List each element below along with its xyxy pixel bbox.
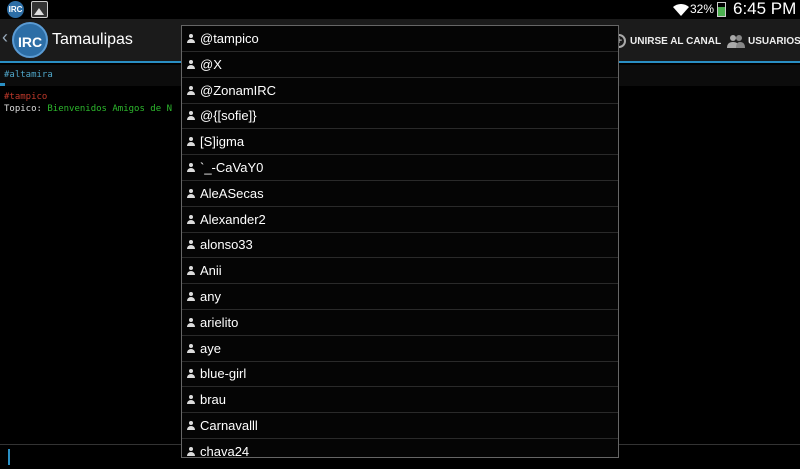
- image-icon: [31, 1, 48, 18]
- user-list-item[interactable]: Alexander2: [182, 207, 618, 233]
- user-icon: [187, 240, 195, 250]
- user-list-item[interactable]: @ZonamIRC: [182, 78, 618, 104]
- user-nickname: [S]igma: [200, 134, 245, 150]
- user-icon: [187, 163, 195, 172]
- user-list-item[interactable]: AleASecas: [182, 181, 618, 207]
- user-nickname: @tampico: [200, 31, 259, 46]
- clock: 6:45 PM: [733, 0, 797, 18]
- user-icon: [187, 188, 195, 198]
- user-icon: [187, 85, 195, 95]
- user-nickname: brau: [200, 392, 227, 408]
- user-list-item[interactable]: Carnavalll: [182, 413, 618, 439]
- user-icon: [187, 343, 195, 353]
- topic-text: Bienvenidos Amigos de N: [47, 104, 172, 114]
- back-chevron-icon[interactable]: ‹: [2, 27, 8, 48]
- topic-label: Topico:: [4, 104, 42, 114]
- user-icon: [187, 266, 195, 276]
- user-nickname: @{[sofie]}: [200, 108, 257, 124]
- users-label: USUARIOS: [748, 35, 800, 47]
- user-icon: [187, 34, 195, 43]
- user-icon: [187, 59, 195, 69]
- user-icon: [187, 111, 195, 121]
- user-icon: [187, 446, 195, 456]
- user-nickname: blue-girl: [200, 366, 247, 382]
- user-icon: [187, 317, 195, 327]
- battery-icon: [717, 2, 726, 17]
- wifi-icon: [673, 3, 689, 17]
- user-icon: [187, 369, 195, 379]
- join-channel-button[interactable]: + UNIRSE AL CANAL: [612, 31, 721, 51]
- user-icon: [187, 395, 195, 405]
- app-logo-icon[interactable]: IRC: [12, 22, 48, 58]
- user-nickname: chava24: [200, 443, 250, 458]
- users-button[interactable]: USUARIOS: [727, 31, 800, 51]
- user-list-item[interactable]: @X: [182, 52, 618, 78]
- user-list-item[interactable]: chava24: [182, 439, 618, 458]
- user-list-item[interactable]: Anii: [182, 258, 618, 285]
- topic-line: Topico: Bienvenidos Amigos de N: [4, 104, 172, 114]
- user-nickname: Carnavalll: [200, 418, 258, 433]
- user-list-item[interactable]: `_-CaVaY0: [182, 155, 618, 181]
- user-list-item[interactable]: any: [182, 284, 618, 310]
- user-icon: [187, 292, 195, 301]
- user-nickname: @X: [200, 56, 222, 72]
- user-list-item[interactable]: @{[sofie]}: [182, 103, 618, 130]
- status-bar: IRC 32% 6:45 PM: [0, 0, 800, 19]
- user-nickname: arielito: [200, 314, 239, 330]
- user-nickname: `_-CaVaY0: [200, 160, 264, 175]
- user-nickname: aye: [200, 340, 221, 356]
- user-list-dialog: @tampico @X @ZonamIRC @{[sofie]} [S]igma `_-C…: [181, 25, 619, 458]
- user-nickname: alonso33: [200, 237, 253, 253]
- user-list-item[interactable]: blue-girl: [182, 361, 618, 388]
- join-channel-label: UNIRSE AL CANAL: [630, 35, 722, 47]
- battery-percentage: 32%: [690, 2, 715, 16]
- irc-app-icon: IRC: [7, 1, 24, 18]
- user-list-item[interactable]: [S]igma: [182, 129, 618, 156]
- channel-name: #tampico: [4, 92, 48, 102]
- user-list-item[interactable]: aye: [182, 336, 618, 362]
- user-list-item[interactable]: brau: [182, 387, 618, 414]
- user-icon: [187, 214, 195, 224]
- user-list-item[interactable]: @tampico: [182, 26, 618, 52]
- user-nickname: Anii: [200, 263, 222, 279]
- user-list-item[interactable]: alonso33: [182, 232, 618, 259]
- user-icon: [187, 137, 195, 147]
- user-nickname: any: [200, 289, 221, 304]
- users-icon: [727, 35, 745, 48]
- user-nickname: Alexander2: [200, 211, 266, 227]
- user-nickname: @ZonamIRC: [200, 82, 277, 98]
- tab-altamira[interactable]: #altamira: [4, 70, 53, 80]
- user-nickname: AleASecas: [200, 185, 264, 201]
- page-title: Tamaulipas: [52, 31, 133, 48]
- user-icon: [187, 421, 195, 430]
- user-list-item[interactable]: arielito: [182, 310, 618, 336]
